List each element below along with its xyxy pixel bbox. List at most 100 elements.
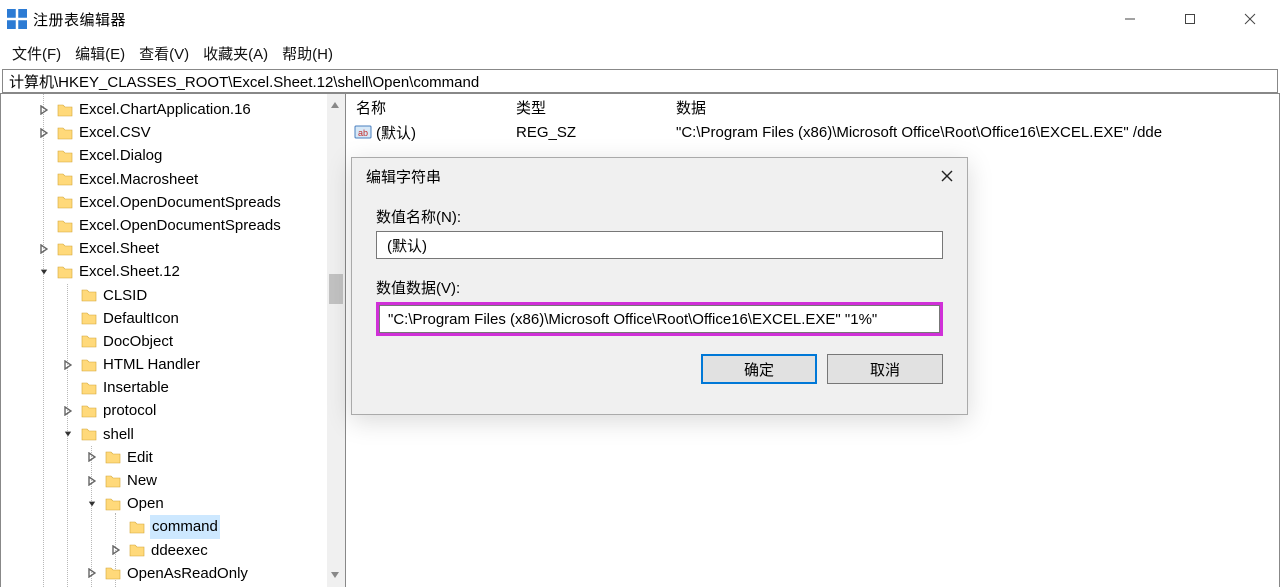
- expand-placeholder: [37, 149, 51, 163]
- minimize-button[interactable]: [1100, 0, 1160, 38]
- tree-item-excel-sheet[interactable]: Excel.Sheet: [1, 237, 345, 260]
- chevron-right-icon[interactable]: [37, 103, 51, 117]
- tree-item-insertable[interactable]: Insertable: [1, 376, 345, 399]
- list-header: 名称 类型 数据: [346, 94, 1279, 120]
- tree-item-excel-csv[interactable]: Excel.CSV: [1, 121, 345, 144]
- tree-item-label: Excel.OpenDocumentSpreads: [78, 191, 282, 214]
- chevron-down-icon[interactable]: [61, 427, 75, 441]
- expand-placeholder: [61, 334, 75, 348]
- tree-item-excel-chartapplication-16[interactable]: Excel.ChartApplication.16: [1, 98, 345, 121]
- folder-icon: [57, 219, 73, 233]
- expand-placeholder: [61, 288, 75, 302]
- dialog-title: 编辑字符串: [366, 166, 441, 187]
- folder-icon: [57, 126, 73, 140]
- tree-item-label: Excel.Sheet.12: [78, 260, 181, 283]
- folder-icon: [81, 311, 97, 325]
- chevron-right-icon[interactable]: [37, 126, 51, 140]
- address-bar[interactable]: 计算机\HKEY_CLASSES_ROOT\Excel.Sheet.12\she…: [2, 69, 1278, 93]
- chevron-right-icon[interactable]: [85, 474, 99, 488]
- chevron-right-icon[interactable]: [85, 566, 99, 580]
- tree-item-clsid[interactable]: CLSID: [1, 284, 345, 307]
- edit-string-dialog: 编辑字符串 数值名称(N): (默认) 数值数据(V): 确定 取消: [351, 157, 968, 415]
- tree-item-label: shell: [102, 423, 135, 446]
- tree-item-html-handler[interactable]: HTML Handler: [1, 353, 345, 376]
- value-name-label: 数值名称(N):: [376, 206, 943, 227]
- folder-icon: [105, 566, 121, 580]
- expand-placeholder: [61, 381, 75, 395]
- string-value-icon: ab: [354, 123, 372, 141]
- folder-icon: [81, 381, 97, 395]
- dialog-title-bar: 编辑字符串: [352, 158, 967, 194]
- chevron-right-icon[interactable]: [85, 450, 99, 464]
- tree-item-label: command: [150, 515, 220, 538]
- menu-view[interactable]: 查看(V): [139, 43, 189, 64]
- chevron-right-icon[interactable]: [109, 543, 123, 557]
- svg-text:ab: ab: [358, 128, 368, 138]
- tree-item-label: HTML Handler: [102, 353, 201, 376]
- value-data: "C:\Program Files (x86)\Microsoft Office…: [666, 124, 1279, 141]
- tree-item-excel-opendocumentspreads[interactable]: Excel.OpenDocumentSpreads: [1, 214, 345, 237]
- tree-item-label: Excel.ChartApplication.16: [78, 98, 252, 121]
- tree-item-label: protocol: [102, 399, 157, 422]
- tree-item-excel-sheet-12[interactable]: Excel.Sheet.12: [1, 260, 345, 283]
- ok-button[interactable]: 确定: [701, 354, 817, 384]
- chevron-right-icon[interactable]: [61, 404, 75, 418]
- tree-item-excel-opendocumentspreads[interactable]: Excel.OpenDocumentSpreads: [1, 191, 345, 214]
- folder-icon: [129, 543, 145, 557]
- tree-item-ddeexec[interactable]: ddeexec: [1, 539, 345, 562]
- col-type[interactable]: 类型: [506, 97, 666, 118]
- tree-item-label: CLSID: [102, 284, 148, 307]
- tree-item-openasreadonly[interactable]: OpenAsReadOnly: [1, 562, 345, 585]
- folder-icon: [105, 474, 121, 488]
- tree-item-open[interactable]: Open: [1, 492, 345, 515]
- chevron-down-icon[interactable]: [37, 265, 51, 279]
- menu-file[interactable]: 文件(F): [12, 43, 61, 64]
- tree-item-edit[interactable]: Edit: [1, 446, 345, 469]
- value-data-label: 数值数据(V):: [376, 277, 943, 298]
- menu-favorites[interactable]: 收藏夹(A): [203, 43, 268, 64]
- tree-item-new[interactable]: New: [1, 469, 345, 492]
- title-bar: 注册表编辑器: [0, 0, 1280, 38]
- chevron-down-icon[interactable]: [85, 497, 99, 511]
- folder-icon: [57, 172, 73, 186]
- value-data-highlight: [376, 302, 943, 336]
- value-name-field: (默认): [376, 231, 943, 259]
- folder-icon: [81, 427, 97, 441]
- value-data-input[interactable]: [379, 305, 940, 333]
- tree-item-command[interactable]: command: [1, 515, 345, 538]
- tree-item-label: Insertable: [102, 376, 170, 399]
- dialog-close-button[interactable]: [927, 158, 967, 194]
- col-name[interactable]: 名称: [346, 97, 506, 118]
- menu-edit[interactable]: 编辑(E): [75, 43, 125, 64]
- tree-item-label: New: [126, 469, 158, 492]
- maximize-button[interactable]: [1160, 0, 1220, 38]
- tree-item-label: DocObject: [102, 330, 174, 353]
- app-title: 注册表编辑器: [33, 9, 126, 30]
- chevron-right-icon[interactable]: [37, 242, 51, 256]
- tree-item-protocol[interactable]: protocol: [1, 399, 345, 422]
- tree-item-excel-dialog[interactable]: Excel.Dialog: [1, 144, 345, 167]
- folder-icon: [57, 103, 73, 117]
- value-type: REG_SZ: [506, 124, 666, 141]
- cancel-button[interactable]: 取消: [827, 354, 943, 384]
- tree-item-excel-macrosheet[interactable]: Excel.Macrosheet: [1, 168, 345, 191]
- tree-item-docobject[interactable]: DocObject: [1, 330, 345, 353]
- expand-placeholder: [37, 219, 51, 233]
- tree-item-label: ddeexec: [150, 539, 209, 562]
- chevron-right-icon[interactable]: [61, 358, 75, 372]
- folder-icon: [81, 404, 97, 418]
- folder-icon: [81, 334, 97, 348]
- value-name: (默认): [376, 122, 416, 143]
- menu-help[interactable]: 帮助(H): [282, 43, 333, 64]
- folder-icon: [105, 497, 121, 511]
- menu-bar: 文件(F) 编辑(E) 查看(V) 收藏夹(A) 帮助(H): [0, 38, 1280, 68]
- expand-placeholder: [109, 520, 123, 534]
- tree-item-defaulticon[interactable]: DefaultIcon: [1, 307, 345, 330]
- list-row[interactable]: ab (默认) REG_SZ "C:\Program Files (x86)\M…: [346, 120, 1279, 144]
- folder-icon: [129, 520, 145, 534]
- tree-item-shell[interactable]: shell: [1, 423, 345, 446]
- tree-item-label: Excel.Sheet: [78, 237, 160, 260]
- col-data[interactable]: 数据: [666, 97, 1279, 118]
- close-button[interactable]: [1220, 0, 1280, 38]
- window-controls: [1100, 0, 1280, 38]
